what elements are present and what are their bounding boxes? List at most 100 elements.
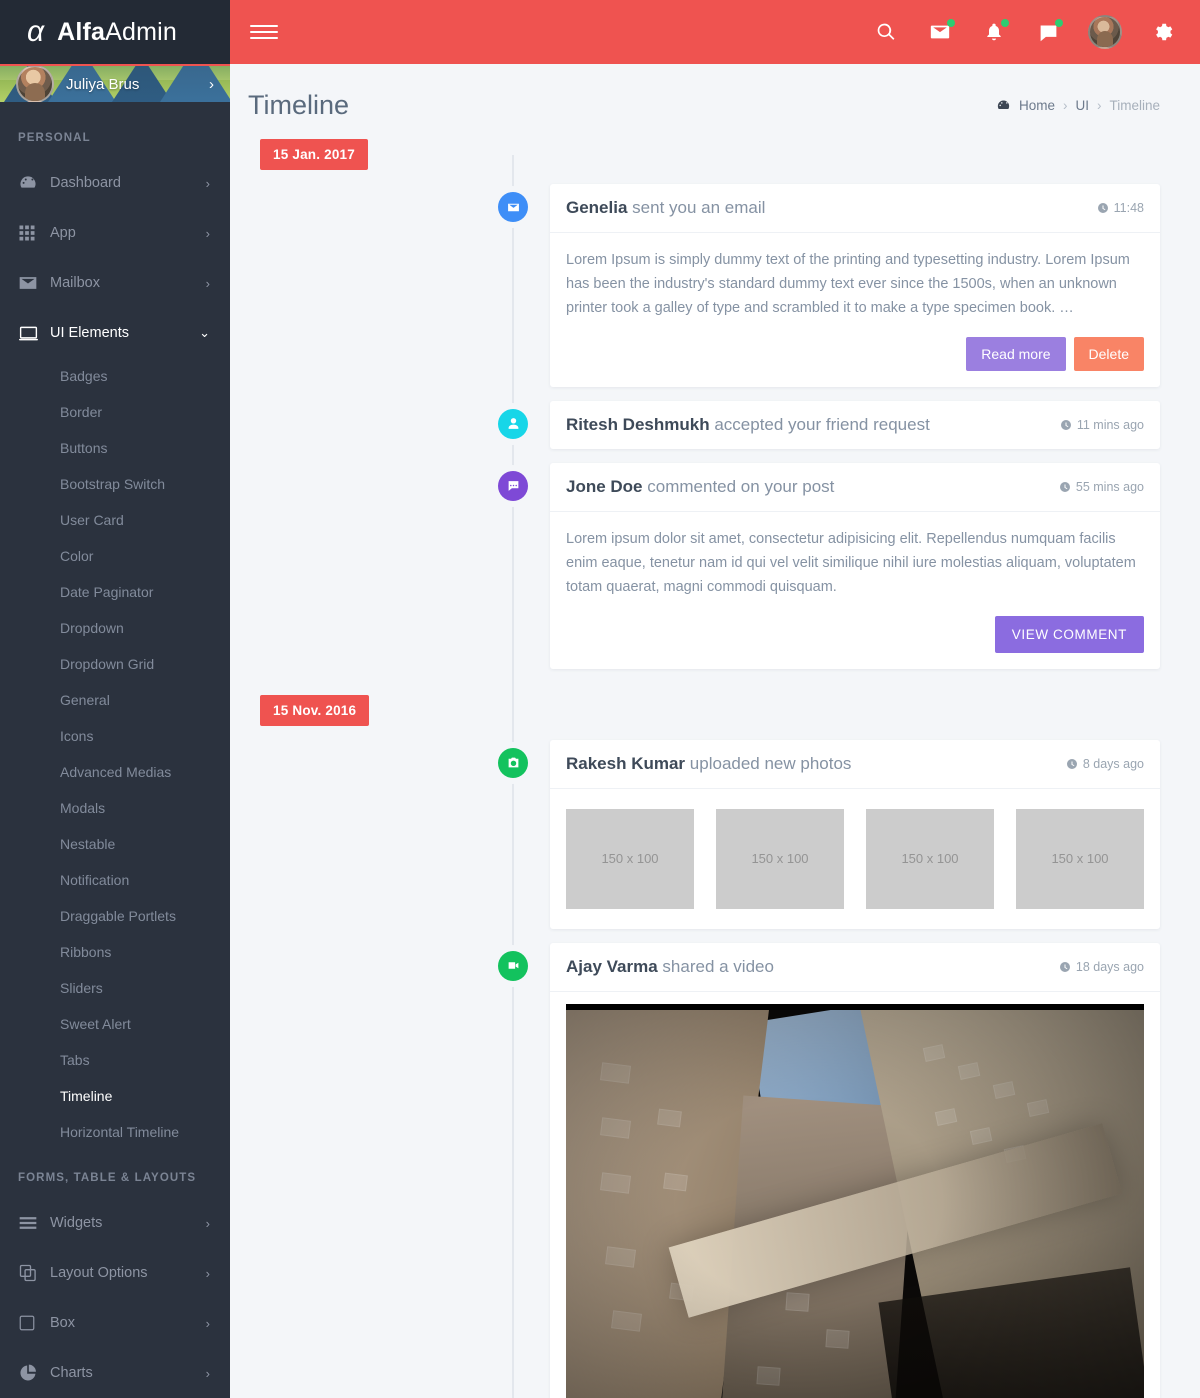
alpha-logo-icon: α xyxy=(27,15,45,48)
sidebar-subitem-timeline[interactable]: Timeline xyxy=(0,1078,230,1114)
top-bar: α AlfaAdmin xyxy=(0,0,1200,64)
navbar xyxy=(230,0,1200,64)
breadcrumb-home[interactable]: Home xyxy=(1019,98,1055,113)
photo-thumbnail[interactable]: 150 x 100 xyxy=(566,808,694,909)
sidebar-item-label: Layout Options xyxy=(50,1265,148,1281)
breadcrumb-current: Timeline xyxy=(1109,98,1160,113)
sidebar-subitem-horizontal-timeline[interactable]: Horizontal Timeline xyxy=(0,1114,230,1150)
sidebar-item-label: UI Elements xyxy=(50,325,129,341)
chevron-right-icon[interactable]: › xyxy=(209,76,214,93)
event-action: shared a video xyxy=(662,956,774,976)
sidebar-subitem-user-card[interactable]: User Card xyxy=(0,502,230,538)
breadcrumb-separator: › xyxy=(1062,98,1068,113)
event-actor: Genelia xyxy=(566,198,628,217)
card-header: Ritesh Deshmukh accepted your friend req… xyxy=(550,401,1160,449)
event-time-label: 55 mins ago xyxy=(1075,479,1144,494)
sidebar-item-box[interactable]: Box › xyxy=(0,1298,230,1348)
envelope-icon[interactable] xyxy=(926,18,955,46)
copy-icon xyxy=(18,1263,50,1283)
bell-icon[interactable] xyxy=(980,18,1009,46)
clock-icon xyxy=(1097,203,1108,213)
hamburger-icon[interactable] xyxy=(250,25,278,39)
sidebar-subitem-dropdown-grid[interactable]: Dropdown Grid xyxy=(0,646,230,682)
sidebar-subitem-color[interactable]: Color xyxy=(0,538,230,574)
card-header: Ajay Varma shared a video 18 days ago xyxy=(550,943,1160,992)
timeline-event: Genelia sent you an email 11:48 Lorem Ip… xyxy=(248,184,1160,387)
sidebar-item-label: Widgets xyxy=(50,1215,103,1231)
timeline-event: Rakesh Kumar uploaded new photos 8 days … xyxy=(248,739,1160,929)
profile-avatar xyxy=(16,66,54,102)
speedometer-icon xyxy=(18,173,50,193)
event-time-label: 8 days ago xyxy=(1082,756,1144,771)
sidebar-subitem-badges[interactable]: Badges xyxy=(0,358,230,394)
sidebar-subitem-sliders[interactable]: Sliders xyxy=(0,970,230,1006)
list-icon xyxy=(18,1213,50,1233)
sidebar-subitem-ribbons[interactable]: Ribbons xyxy=(0,934,230,970)
event-time: 11:48 xyxy=(1097,201,1144,215)
page-title: Timeline xyxy=(248,90,350,120)
sidebar-item-charts[interactable]: Charts › xyxy=(0,1348,230,1398)
sidebar-subitem-date-paginator[interactable]: Date Paginator xyxy=(0,574,230,610)
sidebar-subitem-advanced-medias[interactable]: Advanced Medias xyxy=(0,754,230,790)
sidebar-subitem-bootstrap-switch[interactable]: Bootstrap Switch xyxy=(0,466,230,502)
search-icon[interactable] xyxy=(872,18,900,46)
event-body: Lorem ipsum dolor sit amet, consectetur … xyxy=(566,530,1136,595)
envelope-icon xyxy=(18,273,50,293)
clock-icon xyxy=(1059,961,1070,972)
view-comment-button[interactable]: VIEW COMMENT xyxy=(994,615,1144,653)
clock-icon xyxy=(1066,758,1077,769)
sidebar-item-label: Box xyxy=(50,1315,75,1331)
event-action: sent you an email xyxy=(632,198,766,217)
bell-badge xyxy=(1001,19,1009,27)
sidebar-subitem-tabs[interactable]: Tabs xyxy=(0,1042,230,1078)
card-actions: Read more Delete xyxy=(550,336,1160,387)
comment-icon xyxy=(498,470,528,501)
card-actions: VIEW COMMENT xyxy=(550,615,1160,669)
chevron-right-icon: › xyxy=(205,1265,210,1281)
sidebar-subitem-notification[interactable]: Notification xyxy=(0,862,230,898)
chat-icon[interactable] xyxy=(1034,18,1063,46)
photo-thumbnail[interactable]: 150 x 100 xyxy=(1016,808,1144,909)
timeline-card: Genelia sent you an email 11:48 Lorem Ip… xyxy=(550,184,1160,387)
timeline-card: Ajay Varma shared a video 18 days ago xyxy=(550,942,1160,1398)
sidebar-item-label: App xyxy=(50,225,76,241)
timeline-card: Rakesh Kumar uploaded new photos 8 days … xyxy=(550,739,1160,929)
sidebar-subitem-sweet-alert[interactable]: Sweet Alert xyxy=(0,1006,230,1042)
event-time-label: 18 days ago xyxy=(1075,959,1144,974)
sidebar-subitem-nestable[interactable]: Nestable xyxy=(0,826,230,862)
event-time-label: 11:48 xyxy=(1113,201,1144,215)
video-player[interactable]: vevo xyxy=(566,1003,1144,1398)
read-more-button[interactable]: Read more xyxy=(966,336,1066,371)
sidebar-subitem-general[interactable]: General xyxy=(0,682,230,718)
gear-icon[interactable] xyxy=(1148,18,1176,46)
sidebar-subitem-modals[interactable]: Modals xyxy=(0,790,230,826)
sidebar: Juliya Brus › PERSONAL Dashboard › App ›… xyxy=(0,64,230,1398)
photo-thumbnail[interactable]: 150 x 100 xyxy=(716,808,844,909)
sidebar-subitem-draggable-portlets[interactable]: Draggable Portlets xyxy=(0,898,230,934)
sidebar-profile[interactable]: Juliya Brus › xyxy=(0,64,230,102)
avatar[interactable] xyxy=(1088,15,1122,49)
sidebar-item-dashboard[interactable]: Dashboard › xyxy=(0,158,230,208)
event-time: 55 mins ago xyxy=(1059,480,1144,494)
sidebar-section-personal: PERSONAL xyxy=(18,132,91,144)
clock-icon xyxy=(1059,481,1070,492)
sidebar-item-ui-elements[interactable]: UI Elements ⌄ xyxy=(0,308,230,358)
sidebar-subitem-dropdown[interactable]: Dropdown xyxy=(0,610,230,646)
sidebar-item-mailbox[interactable]: Mailbox › xyxy=(0,258,230,308)
brand-block[interactable]: α AlfaAdmin xyxy=(0,0,230,64)
brand-title: AlfaAdmin xyxy=(57,18,177,47)
chevron-right-icon: › xyxy=(205,225,210,241)
timeline-event: Jone Doe commented on your post 55 mins … xyxy=(248,462,1160,669)
sidebar-subitem-icons[interactable]: Icons xyxy=(0,718,230,754)
sidebar-subitem-border[interactable]: Border xyxy=(0,394,230,430)
video-container: vevo xyxy=(550,992,1160,1398)
clock-icon xyxy=(1060,419,1071,430)
sidebar-item-widgets[interactable]: Widgets › xyxy=(0,1198,230,1248)
delete-button[interactable]: Delete xyxy=(1073,336,1144,371)
breadcrumb-ui[interactable]: UI xyxy=(1075,98,1089,113)
sidebar-subitem-buttons[interactable]: Buttons xyxy=(0,430,230,466)
photo-thumbnail[interactable]: 150 x 100 xyxy=(866,808,994,909)
event-time-label: 11 mins ago xyxy=(1076,417,1144,432)
sidebar-item-app[interactable]: App › xyxy=(0,208,230,258)
sidebar-item-layout-options[interactable]: Layout Options › xyxy=(0,1248,230,1298)
